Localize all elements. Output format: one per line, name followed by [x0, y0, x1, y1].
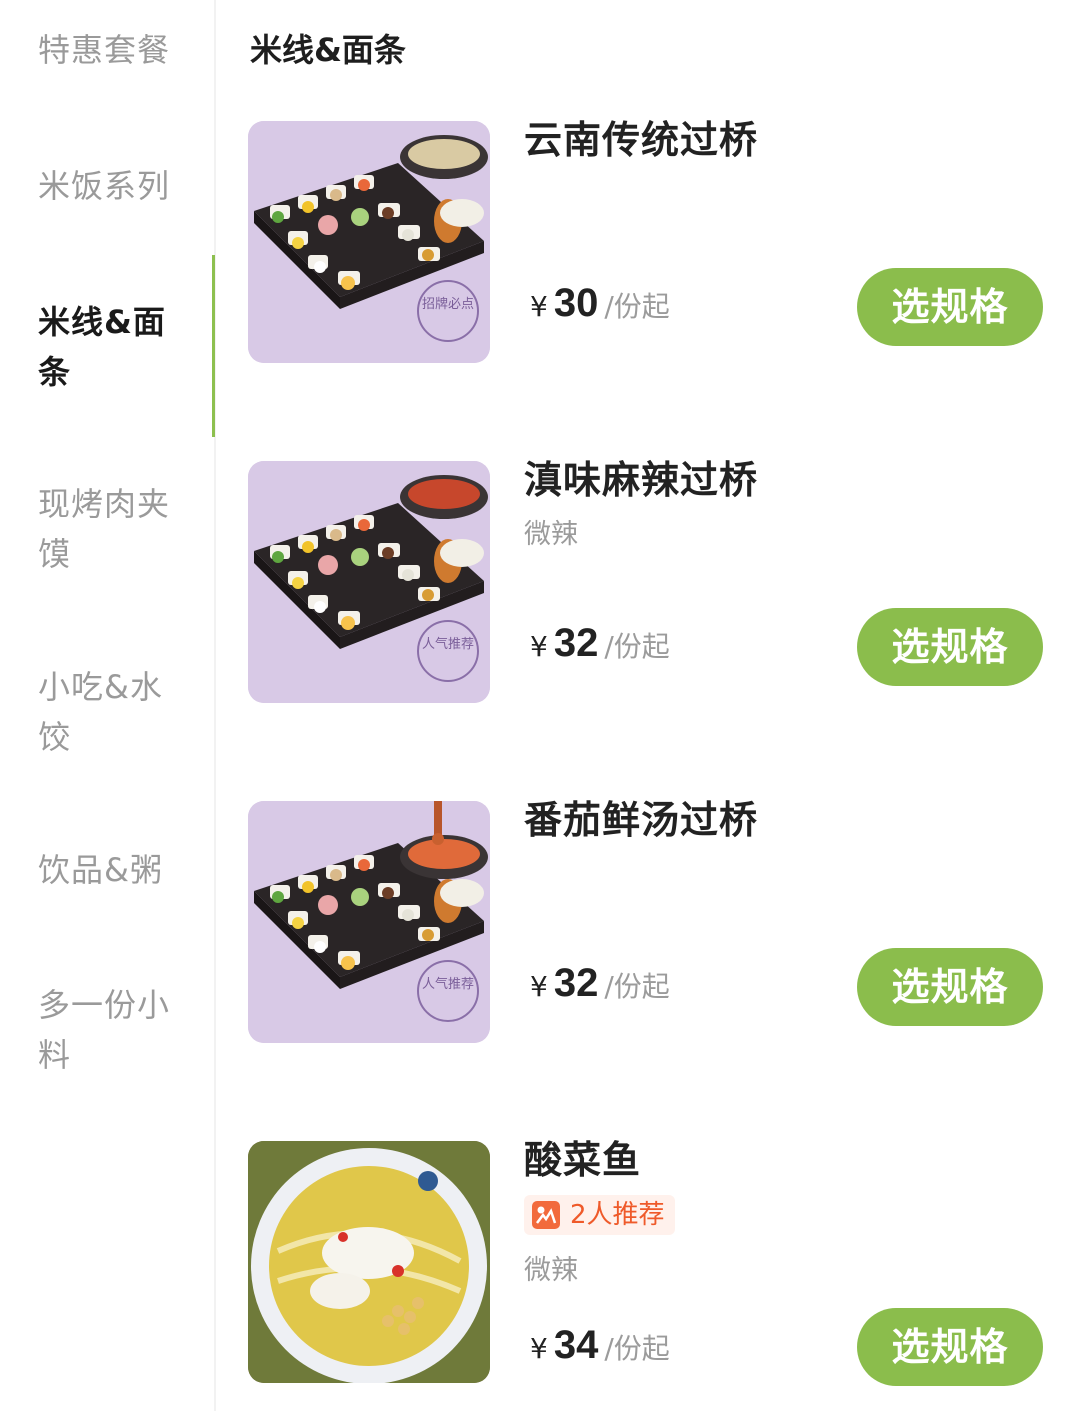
dish-image[interactable]: 招牌必点 [248, 121, 490, 363]
menu-item: 人气推荐 滇味麻辣过桥 微辣 ¥ 32 /份起 选规格 [248, 458, 1048, 706]
price-value: 32 [553, 621, 599, 665]
dish-image[interactable]: 人气推荐 [248, 801, 490, 1043]
category-item-special-set[interactable]: 特惠套餐 [38, 25, 178, 75]
dish-stamp-text: 人气推荐 [422, 976, 474, 992]
category-item-snacks-dumplings[interactable]: 小吃&水 饺 [38, 662, 178, 762]
currency-symbol: ¥ [530, 630, 548, 663]
select-spec-button[interactable]: 选规格 [857, 1308, 1043, 1386]
dish-price: ¥ 32 /份起 [530, 961, 670, 1006]
active-category-indicator [212, 255, 215, 437]
dish-name: 滇味麻辣过桥 [524, 458, 759, 502]
dish-name: 云南传统过桥 [524, 118, 759, 162]
section-title: 米线&面条 [250, 31, 406, 69]
recommend-icon [532, 1201, 560, 1229]
select-spec-button[interactable]: 选规格 [857, 608, 1043, 686]
dish-price: ¥ 34 /份起 [530, 1323, 670, 1368]
price-unit: /份起 [604, 970, 670, 1003]
price-value: 34 [553, 1323, 599, 1367]
dish-image[interactable]: 人气推荐 [248, 461, 490, 703]
select-spec-button[interactable]: 选规格 [857, 268, 1043, 346]
menu-item: 人气推荐 番茄鲜汤过桥 ¥ 32 /份起 选规格 [248, 798, 1048, 1046]
price-value: 32 [553, 961, 599, 1005]
dish-image[interactable] [248, 1141, 490, 1383]
category-item-roujiamo[interactable]: 现烤肉夹 馍 [38, 479, 178, 579]
category-sidebar: 特惠套餐 米饭系列 米线&面 条 现烤肉夹 馍 小吃&水 饺 饮品&粥 多一份小… [0, 0, 216, 1411]
dish-stamp-text: 招牌必点 [422, 296, 474, 312]
dish-name: 番茄鲜汤过桥 [524, 798, 759, 842]
price-value: 30 [553, 281, 599, 325]
dish-price: ¥ 30 /份起 [530, 281, 670, 326]
currency-symbol: ¥ [530, 1332, 548, 1365]
menu-item: 招牌必点 云南传统过桥 ¥ 30 /份起 选规格 [248, 118, 1048, 366]
spice-tag: 微辣 [524, 519, 578, 550]
price-unit: /份起 [604, 630, 670, 663]
price-unit: /份起 [604, 290, 670, 323]
currency-symbol: ¥ [530, 970, 548, 1003]
dish-name: 酸菜鱼 [524, 1138, 642, 1182]
select-spec-button[interactable]: 选规格 [857, 948, 1043, 1026]
category-item-rice-noodles-active[interactable]: 米线&面 条 [38, 297, 178, 397]
dish-stamp-text: 人气推荐 [422, 636, 474, 652]
category-item-rice[interactable]: 米饭系列 [38, 161, 178, 211]
menu-item: 酸菜鱼 2人推荐 微辣 ¥ 34 /份起 选规格 [248, 1138, 1048, 1386]
currency-symbol: ¥ [530, 290, 548, 323]
price-unit: /份起 [604, 1332, 670, 1365]
recommend-badge: 2人推荐 [524, 1195, 675, 1235]
category-item-extra-toppings[interactable]: 多一份小 料 [38, 980, 178, 1080]
category-item-drinks-porridge[interactable]: 饮品&粥 [38, 845, 178, 895]
dish-price: ¥ 32 /份起 [530, 621, 670, 666]
recommend-text: 2人推荐 [570, 1200, 665, 1230]
spice-tag: 微辣 [524, 1255, 578, 1286]
